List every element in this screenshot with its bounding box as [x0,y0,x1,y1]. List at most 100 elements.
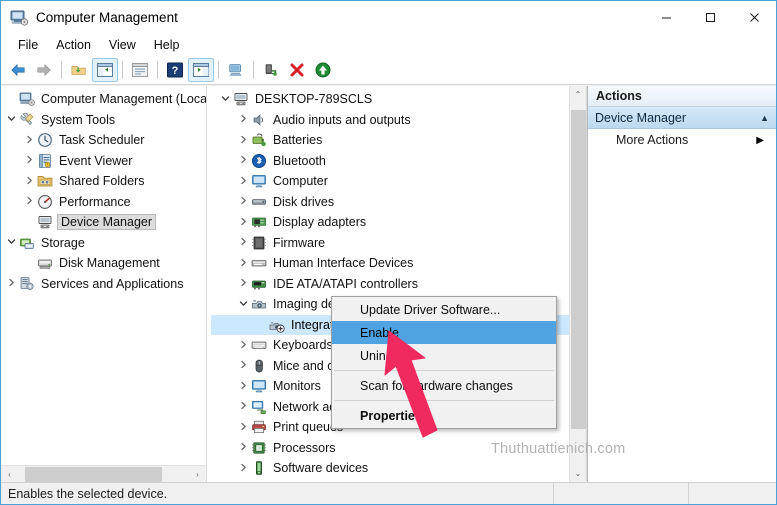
scroll-left-icon[interactable]: ‹ [1,466,18,483]
performance-icon [37,194,55,210]
chevron-right-icon[interactable] [235,381,251,392]
chevron-right-icon[interactable] [235,237,251,248]
chevron-right-icon[interactable] [235,155,251,166]
forward-icon[interactable] [31,58,57,82]
context-menu-item-enable[interactable]: Enable [332,321,556,344]
tree-item-bluetooth[interactable]: Bluetooth [211,151,586,172]
tree-item-event-viewer[interactable]: ! Event Viewer [1,151,206,172]
tree-item-performance[interactable]: Performance [1,192,206,213]
show-hide-tree-icon[interactable] [92,58,118,82]
chevron-right-icon[interactable] [235,217,251,228]
keyboard-icon [251,337,269,353]
tree-item-ide-ata-atapi-controllers[interactable]: IDE ATA/ATAPI controllers [211,274,586,295]
properties-icon[interactable] [127,58,153,82]
toolbar-separator-2 [122,61,123,79]
chevron-right-icon[interactable] [235,463,251,474]
chevron-right-icon[interactable] [21,176,37,187]
close-button[interactable] [732,1,776,34]
console-tree[interactable]: Computer Management (Local System Tools Ta… [1,86,206,294]
task-scheduler-icon [37,132,55,148]
chevron-right-icon[interactable] [235,258,251,269]
menu-view[interactable]: View [100,36,145,54]
chevron-right-icon[interactable] [3,278,19,289]
hscroll-track[interactable] [18,466,189,483]
minimize-button[interactable] [644,1,688,34]
tree-item-task-scheduler[interactable]: Task Scheduler [1,130,206,151]
tree-item-shared-folders[interactable]: Shared Folders [1,171,206,192]
maximize-button[interactable] [688,1,732,34]
chevron-right-icon[interactable] [235,196,251,207]
tree-item-services-and-applications[interactable]: Services and Applications [1,274,206,295]
tree-item-label: Audio inputs and outputs [273,112,411,127]
tree-item-computer-management-local[interactable]: Computer Management (Local [1,89,206,110]
chevron-right-icon[interactable] [21,135,37,146]
chevron-down-icon[interactable] [3,237,19,248]
context-menu-item-properties[interactable]: Properties [332,404,556,427]
disable-device-icon[interactable] [258,58,284,82]
network-adapter-icon [251,399,269,415]
chevron-right-icon[interactable] [235,401,251,412]
tree-item-disk-management[interactable]: Disk Management [1,253,206,274]
chevron-right-icon[interactable] [235,340,251,351]
tree-item-batteries[interactable]: Batteries [211,130,586,151]
tree-item-system-tools[interactable]: System Tools [1,110,206,131]
chevron-right-icon[interactable] [21,196,37,207]
scroll-down-icon[interactable]: ⌄ [570,465,587,482]
menu-help[interactable]: Help [145,36,189,54]
context-menu-separator [334,370,554,371]
scroll-up-icon[interactable]: ⌃ [570,86,587,103]
help-icon[interactable]: ? [162,58,188,82]
device-context-menu[interactable]: Update Driver Software... Enable Uninstall… [331,296,557,429]
tree-item-device-manager[interactable]: Device Manager [1,212,206,233]
tree-item-desktop-789scls[interactable]: DESKTOP-789SCLS [211,89,586,110]
chevron-down-icon[interactable] [3,114,19,125]
console-icon[interactable] [223,58,249,82]
chevron-right-icon[interactable] [235,442,251,453]
tree-item-display-adapters[interactable]: Display adapters [211,212,586,233]
tree-item-disk-drives[interactable]: Disk drives [211,192,586,213]
scan-hardware-icon[interactable] [310,58,336,82]
menu-action[interactable]: Action [47,36,100,54]
webcam-disabled-icon [269,317,287,333]
tree-item-computer[interactable]: Computer [211,171,586,192]
disk-drive-icon [251,194,269,210]
tree-item-label: Firmware [273,235,326,250]
chevron-right-icon[interactable] [235,422,251,433]
back-icon[interactable] [5,58,31,82]
actions-row-more-actions[interactable]: More Actions ▶ [588,129,776,151]
actions-group-device-manager[interactable]: Device Manager ▲ [588,107,776,129]
console-tree-hscrollbar[interactable]: ‹ › [1,465,206,482]
context-menu-item-uninstall[interactable]: Uninstall [332,344,556,367]
watermark: Thuthuattienich.com [491,441,626,457]
chevron-right-icon[interactable] [235,135,251,146]
scroll-right-icon[interactable]: › [189,466,206,483]
tree-item-storage[interactable]: Storage [1,233,206,254]
context-menu-separator [334,400,554,401]
vscroll-track[interactable] [570,103,587,465]
context-menu-item-scan-for-hardware-changes[interactable]: Scan for hardware changes [332,374,556,397]
vscroll-thumb[interactable] [570,110,586,429]
chevron-right-icon[interactable] [235,278,251,289]
processor-icon [251,440,269,456]
tree-item-software-devices[interactable]: Software devices [211,458,586,479]
tree-item-audio-inputs-and-outputs[interactable]: Audio inputs and outputs [211,110,586,131]
context-menu-item-update-driver-software[interactable]: Update Driver Software... [332,298,556,321]
menu-file[interactable]: File [9,36,47,54]
up-folder-icon[interactable] [66,58,92,82]
chevron-right-icon[interactable] [21,155,37,166]
chevron-up-icon[interactable]: ▲ [760,113,769,123]
hscroll-thumb[interactable] [24,466,162,482]
tree-item-label: Software devices [273,461,369,476]
tree-item-human-interface-devices[interactable]: Human Interface Devices [211,253,586,274]
show-action-pane-icon[interactable] [188,58,214,82]
toolbar: ? [1,56,776,85]
chevron-right-icon[interactable] [235,360,251,371]
tree-item-firmware[interactable]: Firmware [211,233,586,254]
chevron-down-icon[interactable] [235,299,251,310]
chevron-right-icon[interactable] [235,176,251,187]
chevron-right-icon[interactable] [235,114,251,125]
tree-item-label: Services and Applications [41,276,184,291]
uninstall-device-icon[interactable] [284,58,310,82]
device-tree-vscrollbar[interactable]: ⌃ ⌄ [569,86,586,482]
chevron-down-icon[interactable] [217,94,233,105]
